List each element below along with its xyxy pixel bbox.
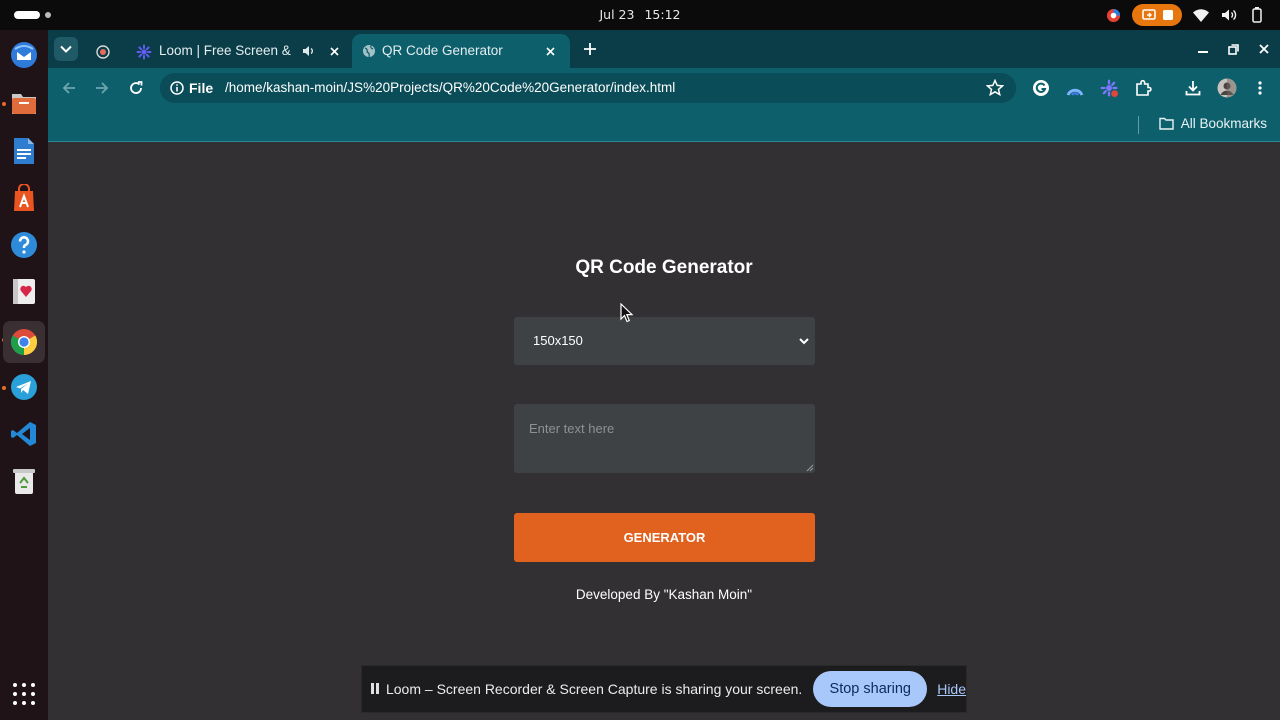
site-label: File bbox=[189, 80, 214, 96]
info-icon bbox=[170, 81, 184, 95]
system-top-bar: Jul 23 15:12 bbox=[0, 0, 1280, 30]
loom-extension-icon[interactable] bbox=[1099, 78, 1119, 98]
new-tab-button[interactable] bbox=[579, 38, 601, 60]
qr-text-input[interactable]: Enter text here bbox=[514, 404, 815, 473]
bookmark-star-icon[interactable] bbox=[986, 79, 1004, 97]
hide-link[interactable]: Hide bbox=[937, 681, 966, 697]
stop-square-icon bbox=[1162, 10, 1173, 20]
clock-time: 15:12 bbox=[644, 7, 681, 22]
globe-icon bbox=[363, 45, 375, 58]
solitaire-icon[interactable] bbox=[9, 276, 39, 306]
clock[interactable]: Jul 23 15:12 bbox=[0, 7, 1280, 22]
extension-arc-icon[interactable] bbox=[1065, 78, 1085, 98]
tab-qr-code-generator[interactable]: QR Code Generator bbox=[352, 34, 570, 68]
tab-close-button[interactable] bbox=[326, 43, 342, 59]
show-apps-icon[interactable] bbox=[13, 683, 35, 705]
mouse-cursor-icon bbox=[620, 303, 634, 323]
close-icon bbox=[545, 46, 555, 56]
close-icon bbox=[1259, 44, 1269, 54]
restore-icon bbox=[1227, 43, 1239, 55]
tab-loom[interactable]: Loom | Free Screen & bbox=[96, 34, 350, 68]
browser-window: Loom | Free Screen & QR Code Generator F… bbox=[48, 30, 1280, 720]
bookmarks-separator bbox=[1138, 116, 1139, 134]
files-icon[interactable] bbox=[9, 88, 39, 118]
audio-playing-icon bbox=[303, 46, 313, 56]
menu-kebab-icon[interactable] bbox=[1250, 78, 1270, 98]
telegram-icon[interactable] bbox=[9, 372, 39, 402]
generate-button[interactable]: GENERATOR bbox=[514, 513, 815, 562]
close-window-button[interactable] bbox=[1255, 40, 1273, 58]
developer-credit: Developed By "Kashan Moin" bbox=[575, 587, 753, 602]
sharing-message: Loom – Screen Recorder & Screen Capture … bbox=[385, 681, 803, 697]
close-icon bbox=[329, 46, 339, 56]
folder-icon bbox=[1159, 117, 1174, 130]
page-title: QR Code Generator bbox=[575, 257, 753, 278]
restore-button[interactable] bbox=[1224, 40, 1242, 58]
record-icon bbox=[96, 45, 110, 59]
download-icon[interactable] bbox=[1183, 78, 1203, 98]
resize-grip-icon[interactable] bbox=[806, 464, 814, 472]
chevron-down-icon bbox=[60, 45, 72, 53]
app-center-icon[interactable] bbox=[9, 183, 39, 213]
loom-favicon-icon bbox=[136, 44, 152, 60]
writer-icon[interactable] bbox=[9, 136, 39, 166]
trash-icon[interactable] bbox=[9, 466, 39, 496]
arrow-left-icon bbox=[62, 82, 75, 94]
minimize-icon bbox=[1198, 51, 1208, 53]
minimize-button[interactable] bbox=[1194, 40, 1212, 58]
pause-icon bbox=[371, 683, 381, 695]
site-info-chip[interactable]: File bbox=[170, 80, 213, 96]
system-tray bbox=[1104, 4, 1266, 26]
plus-icon bbox=[584, 43, 596, 55]
tab-title: Loom | Free Screen & bbox=[159, 43, 291, 58]
help-icon[interactable] bbox=[9, 230, 39, 260]
page-content: QR Code Generator 150x150 Enter text her… bbox=[48, 143, 1280, 720]
chrome-icon[interactable] bbox=[3, 321, 45, 363]
qr-size-select[interactable]: 150x150 bbox=[514, 317, 815, 365]
tab-search-button[interactable] bbox=[54, 37, 78, 61]
profile-avatar[interactable] bbox=[1217, 78, 1237, 98]
running-marker bbox=[2, 102, 6, 106]
chrome-indicator-icon[interactable] bbox=[1104, 6, 1122, 24]
forward-button[interactable] bbox=[91, 77, 113, 99]
tab-title: QR Code Generator bbox=[382, 43, 503, 58]
stop-sharing-button[interactable]: Stop sharing bbox=[813, 671, 928, 707]
url-text[interactable]: /home/kashan-moin/JS%20Projects/QR%20Cod… bbox=[225, 80, 675, 95]
qr-text-placeholder: Enter text here bbox=[529, 421, 615, 436]
all-bookmarks-button[interactable]: All Bookmarks bbox=[1159, 116, 1267, 131]
battery-icon[interactable] bbox=[1248, 6, 1266, 24]
back-button[interactable] bbox=[58, 77, 80, 99]
grammarly-extension-icon[interactable] bbox=[1031, 78, 1051, 98]
vscode-icon[interactable] bbox=[9, 419, 39, 449]
volume-icon[interactable] bbox=[1220, 6, 1238, 24]
chevron-down-icon bbox=[799, 338, 809, 345]
clock-date: Jul 23 bbox=[599, 7, 635, 22]
qr-size-value: 150x150 bbox=[533, 333, 583, 348]
reload-button[interactable] bbox=[125, 77, 147, 99]
screen-share-indicator[interactable] bbox=[1132, 4, 1182, 26]
browser-toolbar: File /home/kashan-moin/JS%20Projects/QR%… bbox=[48, 68, 1280, 108]
tab-close-button[interactable] bbox=[542, 43, 558, 59]
address-bar[interactable]: File /home/kashan-moin/JS%20Projects/QR%… bbox=[160, 73, 1016, 103]
dock bbox=[0, 30, 48, 720]
running-marker bbox=[2, 386, 6, 390]
tab-strip: Loom | Free Screen & QR Code Generator bbox=[48, 30, 1280, 68]
arrow-right-icon bbox=[96, 82, 109, 94]
reload-icon bbox=[130, 81, 143, 94]
bookmarks-bar: All Bookmarks bbox=[48, 108, 1280, 142]
screen-sharing-notification: Loom – Screen Recorder & Screen Capture … bbox=[361, 665, 967, 713]
all-bookmarks-label: All Bookmarks bbox=[1180, 116, 1267, 131]
extensions-puzzle-icon[interactable] bbox=[1133, 78, 1153, 98]
wifi-icon[interactable] bbox=[1192, 6, 1210, 24]
screencast-icon bbox=[1141, 9, 1156, 20]
thunderbird-icon[interactable] bbox=[9, 40, 39, 70]
